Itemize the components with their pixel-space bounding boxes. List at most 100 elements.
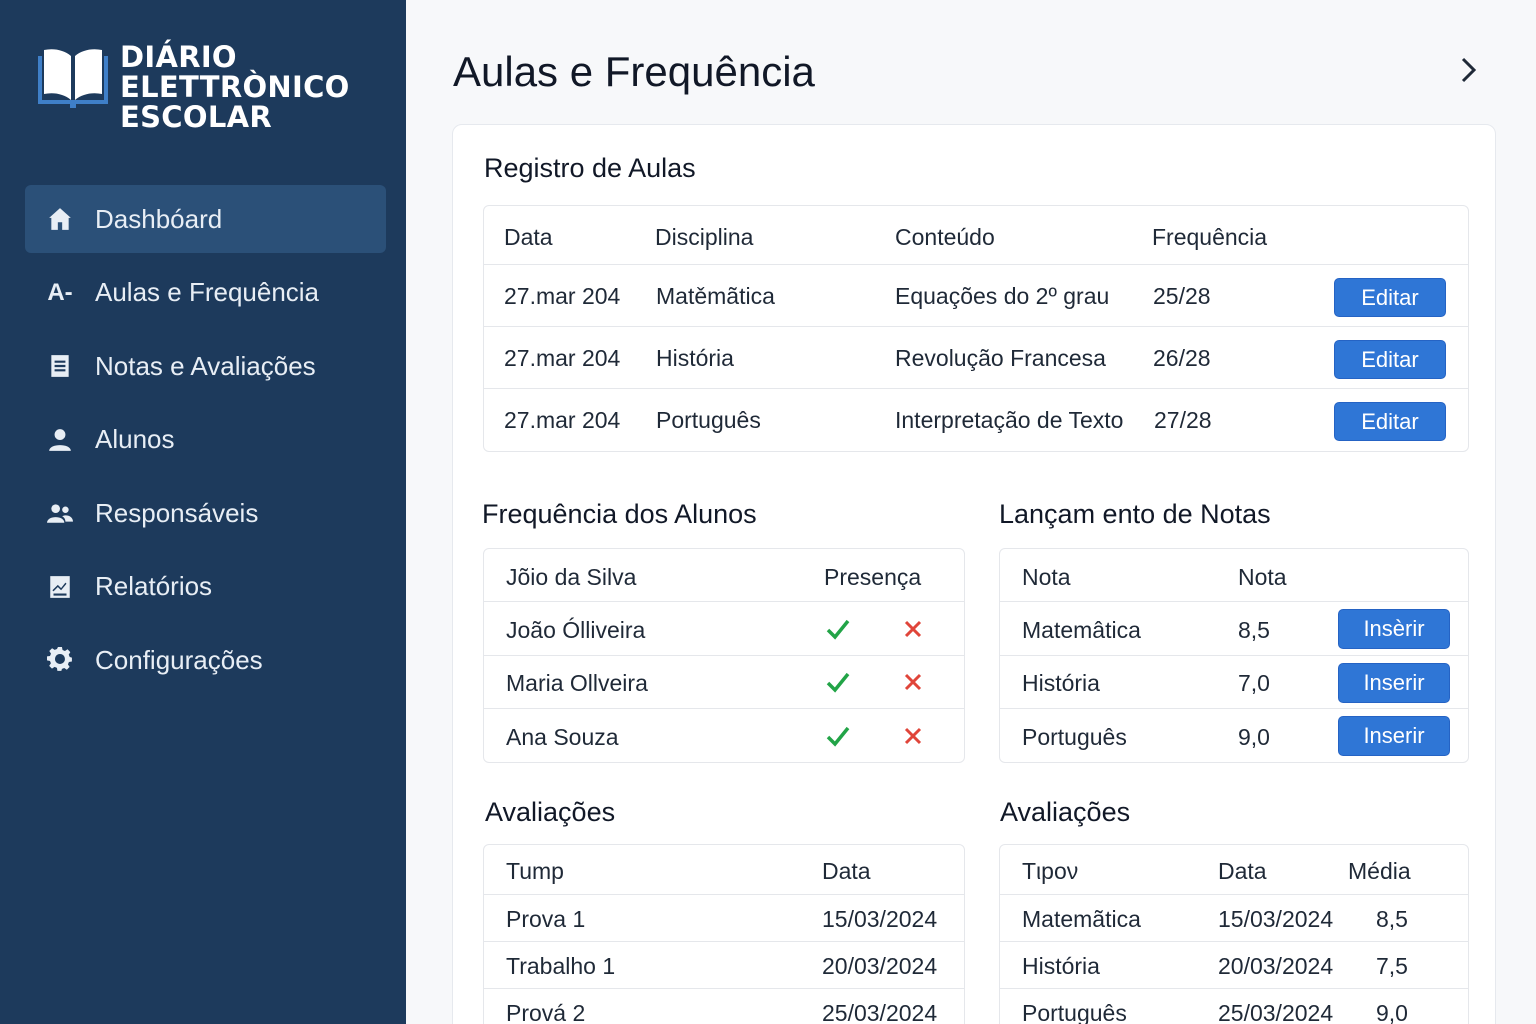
nota-disciplina: História xyxy=(1022,670,1100,696)
sidebar-item-responsaveis[interactable]: Responsáveis xyxy=(25,479,386,547)
column-header: Disciplina xyxy=(655,224,754,250)
table-row: 27.mar 204 Matěmãtica Equações do 2º gra… xyxy=(484,265,1468,327)
table-row: Matemâtica 8,5 Insèrir xyxy=(1000,602,1468,656)
home-icon xyxy=(45,204,75,234)
table-row: 27.mar 204 História Revolução Francesa 2… xyxy=(484,327,1468,389)
sidebar-item-alunos[interactable]: Alunos xyxy=(25,406,386,474)
sidebar-item-dashboard[interactable]: Dashbóard xyxy=(25,185,386,253)
aula-frequencia: 26/28 xyxy=(1153,345,1211,371)
frequencia-table: Jõio da Silva Presença João Ólliveira Ma… xyxy=(483,548,965,763)
absent-x-icon[interactable] xyxy=(899,668,927,701)
sidebar-item-label: Alunos xyxy=(95,424,175,454)
avaliacao-media: 7,5 xyxy=(1376,953,1408,979)
editar-button[interactable]: Editar xyxy=(1334,402,1446,441)
table-header: Nota Nota xyxy=(1000,549,1468,602)
aulas-table: Data Disciplina Conteúdo Frequência 27.m… xyxy=(483,205,1469,452)
document-icon xyxy=(45,351,75,381)
avaliacoes-left-title: Avaliações xyxy=(485,797,616,827)
table-row: Prova 1 15/03/2024 xyxy=(484,895,964,942)
brand-logo[interactable]: DIÁRIO ELETTRÒNICO ESCOLAR xyxy=(34,42,350,132)
aula-data: 27.mar 204 xyxy=(504,407,621,433)
table-row: História 7,0 Inserir xyxy=(1000,656,1468,709)
table-row: Ana Souza xyxy=(484,709,964,762)
sidebar-item-label: Dashbóard xyxy=(95,203,223,234)
nota-valor: 8,5 xyxy=(1238,617,1270,643)
avaliacao-media: 8,5 xyxy=(1376,906,1408,932)
editar-button[interactable]: Editar xyxy=(1334,340,1446,379)
avaliacoes-left-table: Tump Data Prova 1 15/03/2024 Trabalho 1 … xyxy=(483,844,965,1024)
avaliacao-data: 20/03/2024 xyxy=(1218,953,1334,979)
a-minus-icon: A- xyxy=(47,278,73,306)
page-title: Aulas e Frequência xyxy=(453,48,815,95)
notas-table: Nota Nota Matemâtica 8,5 Insèrir Históri… xyxy=(999,548,1469,763)
present-check-icon[interactable] xyxy=(824,722,852,755)
avaliacao-disciplina: Matemãtica xyxy=(1022,906,1141,932)
avaliacao-data: 25/03/2024 xyxy=(1218,1000,1334,1024)
column-header: Nota xyxy=(1022,564,1071,590)
aula-conteudo: Equações do 2º grau xyxy=(895,283,1110,309)
column-header: Data xyxy=(1218,858,1267,884)
sidebar-item-configuracoes[interactable]: Configurações xyxy=(25,626,386,694)
sidebar-item-label: Configurações xyxy=(95,644,263,675)
sidebar-item-notas[interactable]: Notas e Avaliações xyxy=(25,332,386,400)
avaliacao-tipo: Trabalho 1 xyxy=(506,953,616,979)
avaliacao-tipo: Prová 2 xyxy=(506,1000,586,1024)
main-card: Registro de Aulas Data Disciplina Conteú… xyxy=(452,124,1496,1024)
table-header: Data Disciplina Conteúdo Frequência xyxy=(484,206,1468,265)
sidebar-item-relatorios[interactable]: Relatórios xyxy=(25,553,386,621)
nota-disciplina: Português xyxy=(1022,724,1127,750)
avaliacoes-right-title: Avaliações xyxy=(1000,797,1131,827)
sidebar-item-aulas[interactable]: A- Aulas e Frequência xyxy=(25,259,386,327)
registro-aulas-title: Registro de Aulas xyxy=(484,153,696,183)
table-header: Jõio da Silva Presença xyxy=(484,549,964,602)
avaliacao-media: 9,0 xyxy=(1376,1000,1408,1024)
column-header: Data xyxy=(822,858,871,884)
aula-data: 27.mar 204 xyxy=(504,283,621,309)
chevron-right-icon[interactable] xyxy=(1452,54,1484,86)
aula-frequencia: 27/28 xyxy=(1154,407,1212,433)
brand-line-1: DIÁRIO xyxy=(120,40,237,74)
brand-line-3: ESCOLAR xyxy=(120,100,272,134)
table-row: História 20/03/2024 7,5 xyxy=(1000,942,1468,989)
gear-icon xyxy=(45,645,75,675)
absent-x-icon[interactable] xyxy=(899,615,927,648)
editar-button[interactable]: Editar xyxy=(1334,278,1446,317)
avaliacao-tipo: Prova 1 xyxy=(506,906,586,932)
inserir-button[interactable]: Inserir xyxy=(1338,716,1450,756)
table-row: João Ólliveira xyxy=(484,602,964,656)
inserir-button[interactable]: Inserir xyxy=(1338,663,1450,703)
table-row: Prová 2 25/03/2024 xyxy=(484,989,964,1024)
avaliacao-disciplina: Português xyxy=(1022,1000,1127,1024)
table-header: Tιpoν Data Média xyxy=(1000,845,1468,895)
column-header: Tιpoν xyxy=(1022,858,1079,884)
sidebar-item-label: Notas e Avaliações xyxy=(95,350,316,381)
table-row: 27.mar 204 Português Interpretação de Te… xyxy=(484,389,1468,451)
table-row: Português 25/03/2024 9,0 xyxy=(1000,989,1468,1024)
table-row: Maria Ollveira xyxy=(484,656,964,709)
sidebar-nav: Dashbóard A- Aulas e Frequência Notas e … xyxy=(25,185,386,700)
column-header: Frequência xyxy=(1152,224,1268,250)
open-book-icon xyxy=(38,49,108,108)
sidebar-item-label: Relatórios xyxy=(95,571,213,601)
aula-conteudo: Interpretação de Texto xyxy=(895,407,1124,433)
avaliacao-data: 20/03/2024 xyxy=(822,953,938,979)
avaliacao-data: 15/03/2024 xyxy=(822,906,938,932)
nota-disciplina: Matemâtica xyxy=(1022,617,1141,643)
column-header: Conteúdo xyxy=(895,224,995,250)
aula-disciplina: Português xyxy=(656,407,761,433)
present-check-icon[interactable] xyxy=(824,615,852,648)
aula-disciplina: História xyxy=(656,345,734,371)
column-header: Data xyxy=(504,224,553,250)
absent-x-icon[interactable] xyxy=(899,722,927,755)
column-header: Jõio da Silva xyxy=(506,564,637,590)
lancamento-notas-title: Lançam ento de Notas xyxy=(999,499,1271,529)
avaliacao-data: 25/03/2024 xyxy=(822,1000,938,1024)
present-check-icon[interactable] xyxy=(824,668,852,701)
aluno-nome: João Ólliveira xyxy=(506,617,646,643)
table-header: Tump Data xyxy=(484,845,964,895)
avaliacao-data: 15/03/2024 xyxy=(1218,906,1334,932)
inserir-button[interactable]: Insèrir xyxy=(1338,609,1450,649)
people-icon xyxy=(45,498,75,528)
sidebar-item-label: Responsáveis xyxy=(95,497,259,528)
sidebar-item-label: Aulas e Frequência xyxy=(95,277,320,307)
